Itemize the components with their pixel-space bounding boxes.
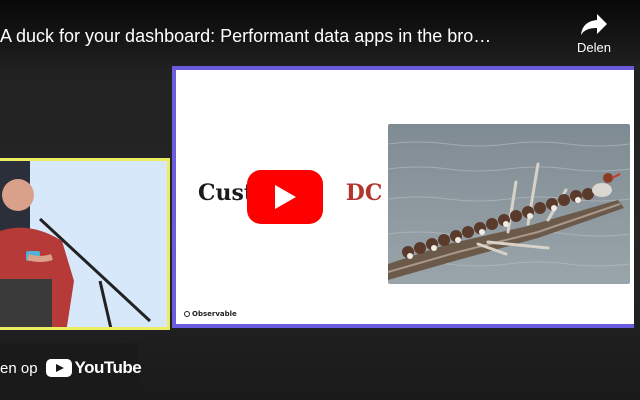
mergansers-on-log-photo: [388, 124, 630, 284]
watch-on-youtube-button[interactable]: en op YouTube: [0, 343, 142, 393]
video-title-link[interactable]: A duck for your dashboard: Performant da…: [0, 26, 560, 47]
share-button[interactable]: Delen: [564, 14, 624, 68]
youtube-wordmark: YouTube: [74, 358, 142, 377]
youtube-play-logo-icon: [45, 359, 72, 377]
play-icon: [275, 185, 296, 209]
share-label: Delen: [577, 40, 611, 55]
speaker-camera-feed: [0, 158, 170, 330]
youtube-logo: YouTube: [45, 358, 142, 378]
watch-on-label: en op: [0, 359, 38, 377]
observable-brand: Observable: [184, 310, 237, 318]
video-player[interactable]: Custo DC Observable A duck for your dash…: [0, 0, 640, 400]
presentation-slide: Custo DC Observable: [172, 66, 634, 328]
play-button[interactable]: [247, 170, 323, 224]
share-arrow-icon: [581, 14, 607, 35]
observable-logo-icon: [184, 311, 190, 317]
